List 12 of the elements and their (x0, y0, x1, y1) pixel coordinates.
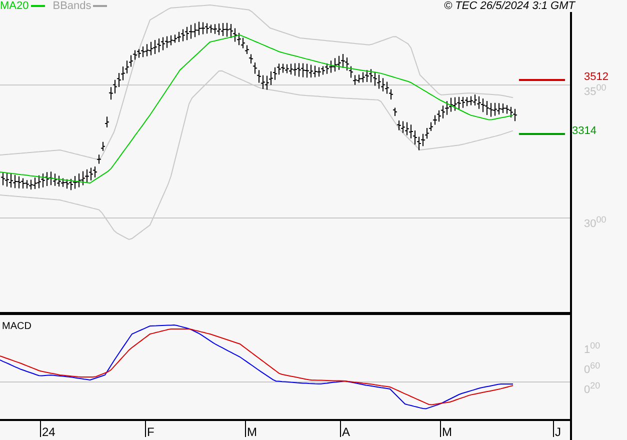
copyright-text: © TEC 26/5/2024 3:1 GMT (443, 0, 576, 12)
month-label: 24 (42, 425, 56, 439)
month-label: A (342, 425, 350, 439)
macd-title: MACD (2, 321, 32, 332)
month-label: M (247, 425, 257, 439)
month-label: J (555, 425, 561, 439)
legend-bbands: BBands (52, 0, 108, 12)
month-label: F (147, 425, 154, 439)
month-label: M (442, 425, 452, 439)
legend-ma20: MA20 (0, 0, 45, 12)
level-label: 3512 (584, 71, 608, 83)
level-label: 3314 (572, 125, 596, 137)
